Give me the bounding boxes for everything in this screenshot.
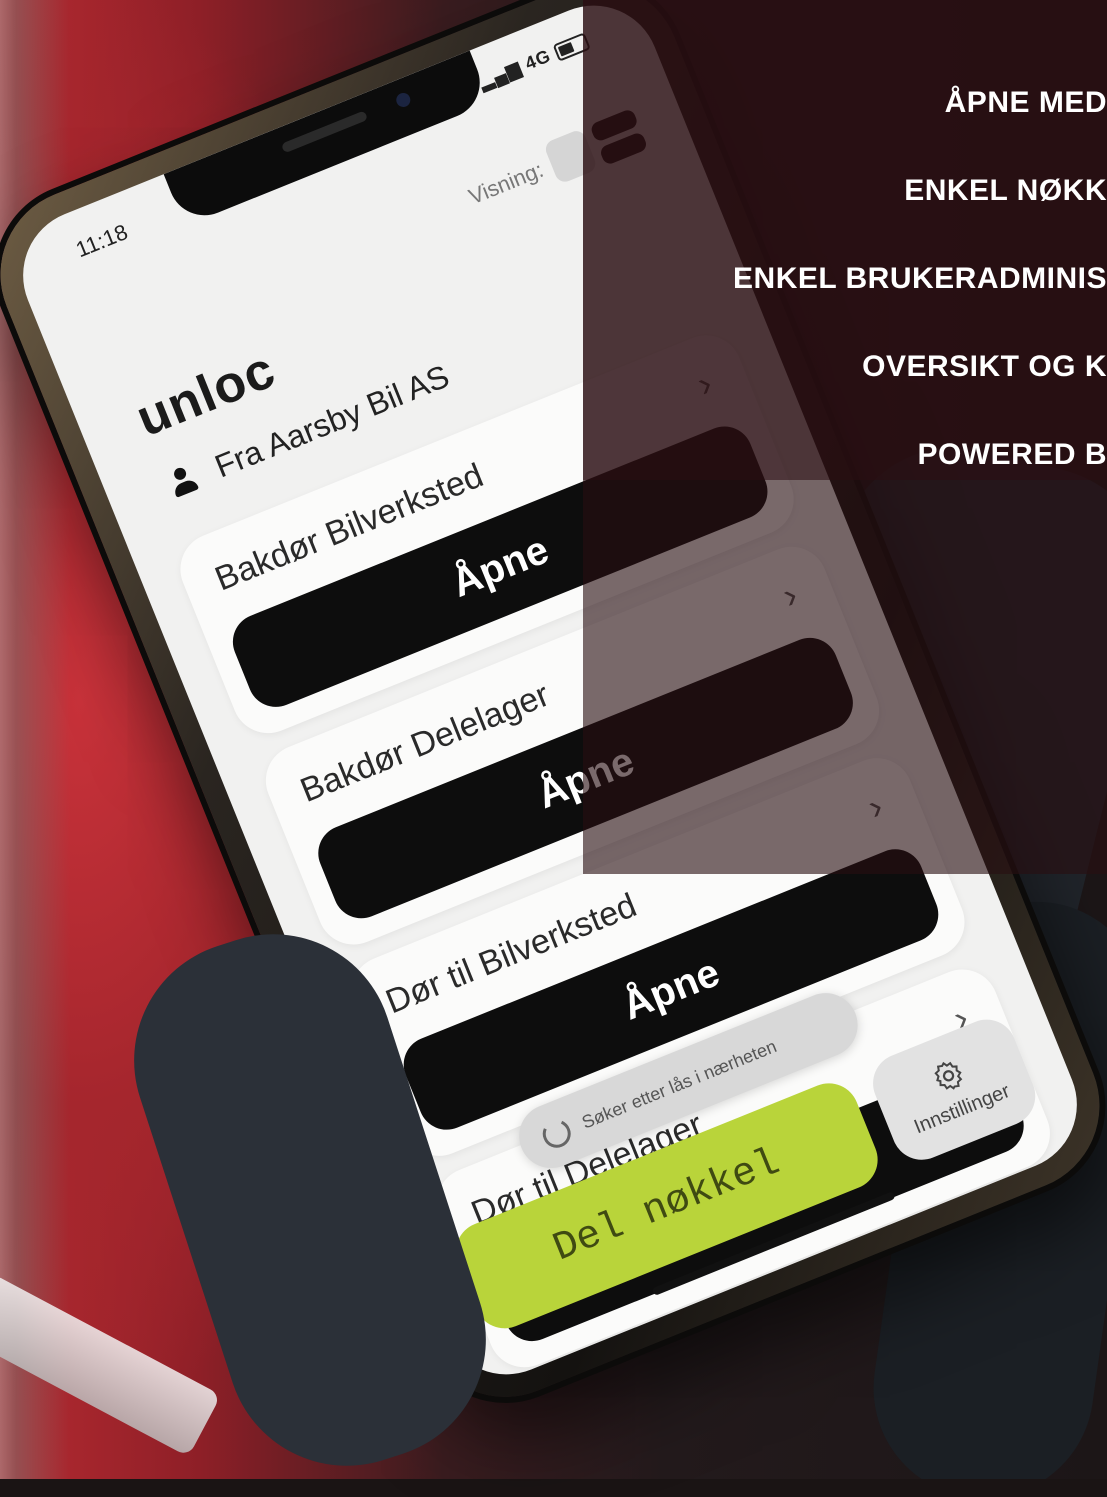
spinner-icon [538,1115,575,1153]
headline-5: POWERED B [917,438,1107,471]
network-label: 4G [522,45,554,74]
headline-2: ENKEL NØKK [904,174,1107,207]
headline-1: ÅPNE MED [944,86,1107,119]
feature-headlines: ÅPNE MED ENKEL NØKK ENKEL BRUKERADMINIS … [583,0,1107,874]
settings-label: Innstillinger [910,1079,1013,1138]
person-icon [165,463,202,501]
status-bar-right: ▂▄▆ 4G [476,30,591,93]
gear-icon [934,1061,963,1090]
view-label: Visning: [465,156,547,210]
status-time: 11:18 [72,219,132,263]
headline-3: ENKEL BRUKERADMINIS [733,262,1107,295]
camera-icon [394,90,413,110]
headline-4: OVERSIKT OG K [862,350,1107,383]
signal-icon: ▂▄▆ [476,57,525,93]
